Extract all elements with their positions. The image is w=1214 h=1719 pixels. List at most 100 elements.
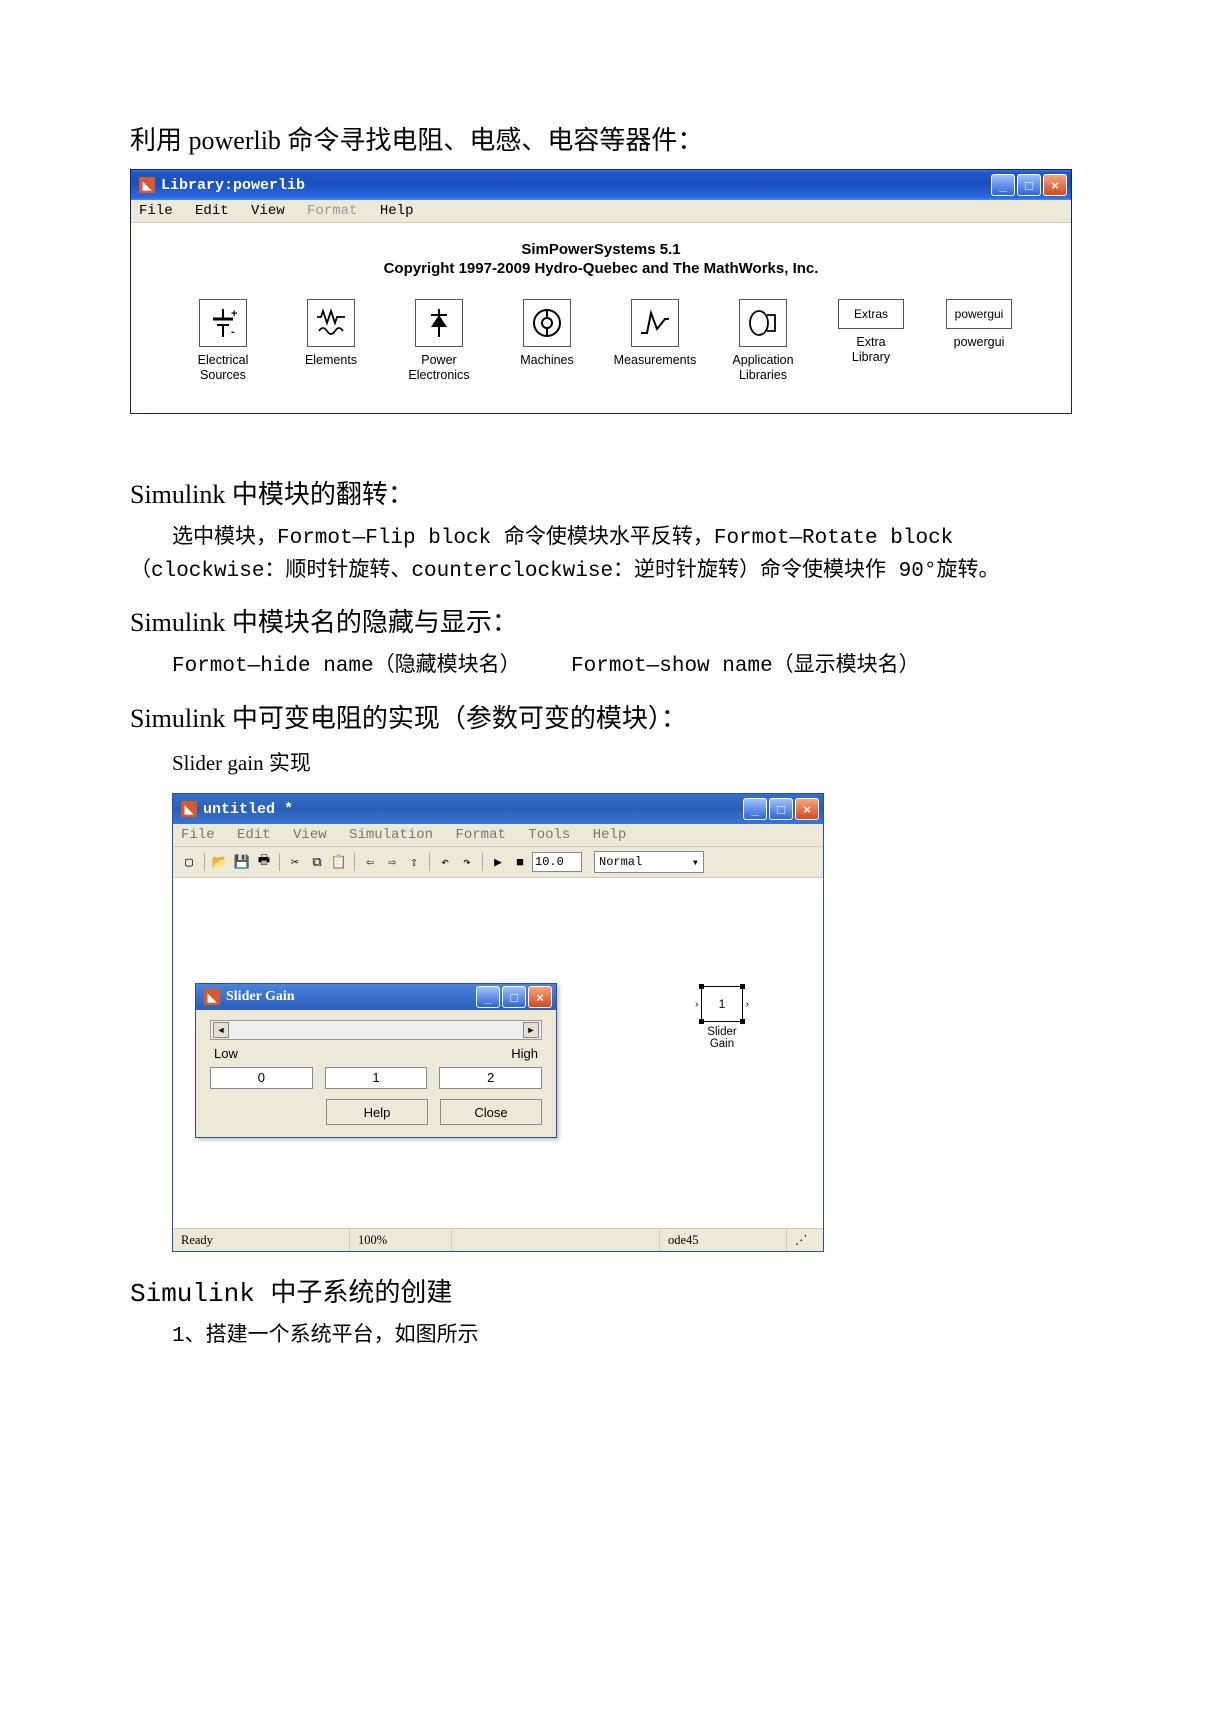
menu-format[interactable]: Format <box>307 203 357 219</box>
minimize-button[interactable]: _ <box>476 986 500 1008</box>
lib-machines[interactable]: Machines <box>504 299 590 368</box>
win1-title: Library:powerlib <box>161 177 991 194</box>
section2-body: 选中模块，Formot—Flip block 命令使模块水平反转，Formot—… <box>130 523 1084 588</box>
lib-electrical-sources[interactable]: +- Electrical Sources <box>180 299 266 383</box>
simulink-icon: ◣ <box>204 989 220 1005</box>
simulink-icon: ◣ <box>181 801 197 817</box>
close-dialog-button[interactable]: Close <box>440 1099 542 1125</box>
machines-icon <box>523 299 571 347</box>
menu-edit[interactable]: Edit <box>195 203 229 219</box>
lib-label: Measurements <box>614 353 697 368</box>
status-solver: ode45 <box>660 1229 787 1251</box>
slider-gain-block[interactable]: 1 › › Slider Gain <box>701 986 743 1050</box>
menu-edit[interactable]: Edit <box>237 827 271 843</box>
win2-statusbar: Ready 100% ode45 ⋰ <box>173 1228 823 1251</box>
menu-help[interactable]: Help <box>593 827 627 843</box>
win1-titlebar[interactable]: ◣ Library:powerlib _ □ × <box>131 170 1071 200</box>
menu-file[interactable]: File <box>139 203 173 219</box>
undo-icon[interactable]: ↶ <box>435 852 455 872</box>
play-icon[interactable]: ▶ <box>488 852 508 872</box>
lib-label: Power Electronics <box>408 353 469 383</box>
lib-label: Machines <box>520 353 574 368</box>
lib-power-electronics[interactable]: Power Electronics <box>396 299 482 383</box>
electrical-sources-icon: +- <box>199 299 247 347</box>
section2-title: Simulink 中模块的翻转： <box>130 474 1084 511</box>
print-icon[interactable]: 🖶 <box>254 852 274 872</box>
section3-body: Formot—hide name（隐藏模块名） Formot—show name… <box>130 651 1084 684</box>
win1-body: SimPowerSystems 5.1 Copyright 1997-2009 … <box>131 223 1071 413</box>
lib-label: Elements <box>305 353 357 368</box>
minimize-button[interactable]: _ <box>991 174 1015 196</box>
redo-icon[interactable]: ↷ <box>457 852 477 872</box>
block-value: 1 <box>719 997 726 1011</box>
close-button[interactable]: × <box>528 986 552 1008</box>
menu-format[interactable]: Format <box>455 827 505 843</box>
high-field[interactable]: 2 <box>439 1067 542 1089</box>
win2-toolbar: ▢ 📂 💾 🖶 ✂ ⧉ 📋 ⇦ ⇨ ⇧ ↶ ↷ ▶ ■ 10.0 Normal … <box>173 847 823 878</box>
new-icon[interactable]: ▢ <box>179 852 199 872</box>
high-label: High <box>511 1046 538 1061</box>
model-canvas[interactable]: 1 › › Slider Gain ◣ Slider Gain _ □ × <box>173 878 823 1228</box>
menu-view[interactable]: View <box>293 827 327 843</box>
help-button[interactable]: Help <box>326 1099 428 1125</box>
status-zoom: 100% <box>350 1229 452 1251</box>
maximize-button[interactable]: □ <box>769 798 793 820</box>
status-empty <box>452 1229 660 1251</box>
svg-text:+: + <box>231 308 237 320</box>
untitled-window: ◣ untitled * _ □ × File Edit View Simula… <box>172 793 824 1252</box>
back-icon[interactable]: ⇦ <box>360 852 380 872</box>
up-icon[interactable]: ⇧ <box>404 852 424 872</box>
dlg-title: Slider Gain <box>226 989 476 1005</box>
menu-file[interactable]: File <box>181 827 215 843</box>
slider-left-arrow[interactable]: ◄ <box>213 1022 229 1038</box>
slider-track[interactable]: ◄ ► <box>210 1020 542 1040</box>
application-libraries-icon <box>739 299 787 347</box>
menu-view[interactable]: View <box>251 203 285 219</box>
minimize-button[interactable]: _ <box>743 798 767 820</box>
cut-icon[interactable]: ✂ <box>285 852 305 872</box>
section4-sub: Slider gain 实现 <box>130 747 1084 780</box>
menu-simulation[interactable]: Simulation <box>349 827 433 843</box>
maximize-button[interactable]: □ <box>502 986 526 1008</box>
open-icon[interactable]: 📂 <box>210 852 230 872</box>
resize-grip[interactable]: ⋰ <box>787 1229 823 1251</box>
lib-measurements[interactable]: Measurements <box>612 299 698 368</box>
forward-icon[interactable]: ⇨ <box>382 852 402 872</box>
copy-icon[interactable]: ⧉ <box>307 852 327 872</box>
section4-title: Simulink 中可变电阻的实现（参数可变的模块）： <box>130 698 1084 735</box>
lib-elements[interactable]: Elements <box>288 299 374 368</box>
mode-value: Normal <box>599 855 642 869</box>
save-icon[interactable]: 💾 <box>232 852 252 872</box>
extras-box: Extras <box>838 299 904 329</box>
slider-right-arrow[interactable]: ► <box>523 1022 539 1038</box>
powerlib-heading2: Copyright 1997-2009 Hydro-Quebec and The… <box>141 260 1061 277</box>
lib-extra-library[interactable]: Extras Extra Library <box>828 299 914 365</box>
stop-icon[interactable]: ■ <box>510 852 530 872</box>
lib-powergui[interactable]: powergui powergui <box>936 299 1022 350</box>
low-field[interactable]: 0 <box>210 1067 313 1089</box>
powerlib-heading1: SimPowerSystems 5.1 <box>141 241 1061 258</box>
block-label: Slider Gain <box>701 1026 743 1050</box>
section3-title: Simulink 中模块名的隐藏与显示： <box>130 602 1084 639</box>
menu-help[interactable]: Help <box>380 203 414 219</box>
win2-titlebar[interactable]: ◣ untitled * _ □ × <box>173 794 823 824</box>
dlg-titlebar[interactable]: ◣ Slider Gain _ □ × <box>196 984 556 1010</box>
maximize-button[interactable]: □ <box>1017 174 1041 196</box>
win2-title: untitled * <box>203 801 743 818</box>
close-button[interactable]: × <box>1043 174 1067 196</box>
lib-label: Application Libraries <box>732 353 793 383</box>
lib-label: Extra Library <box>852 335 890 365</box>
win1-menubar: File Edit View Format Help <box>131 200 1071 223</box>
lib-application-libraries[interactable]: Application Libraries <box>720 299 806 383</box>
mode-select[interactable]: Normal ▾ <box>594 851 704 873</box>
mid-field[interactable]: 1 <box>325 1067 428 1089</box>
close-button[interactable]: × <box>795 798 819 820</box>
status-ready: Ready <box>173 1229 350 1251</box>
win2-menubar: File Edit View Simulation Format Tools H… <box>173 824 823 847</box>
low-label: Low <box>214 1046 238 1061</box>
stoptime-field[interactable]: 10.0 <box>532 852 582 872</box>
menu-tools[interactable]: Tools <box>528 827 570 843</box>
powergui-box: powergui <box>946 299 1012 329</box>
slider-gain-dialog: ◣ Slider Gain _ □ × ◄ ► Low High <box>195 983 557 1138</box>
paste-icon[interactable]: 📋 <box>329 852 349 872</box>
